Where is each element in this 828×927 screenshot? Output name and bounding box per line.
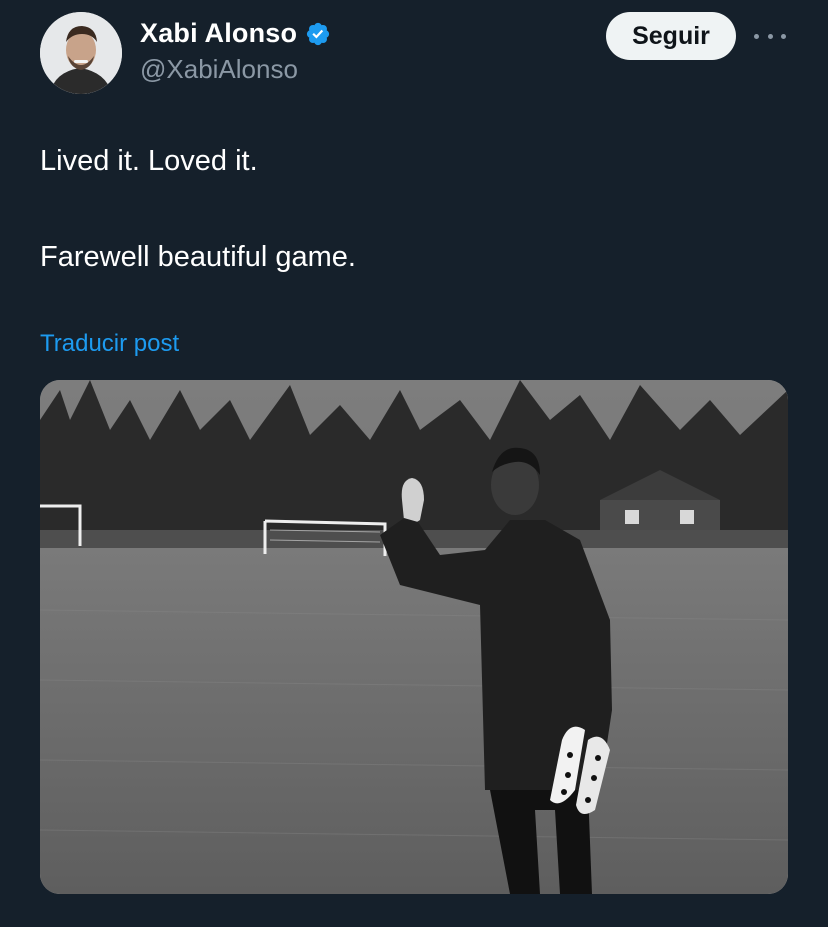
follow-button[interactable]: Seguir (606, 12, 736, 60)
post-text-line-1: Lived it. Loved it. (40, 145, 258, 177)
avatar[interactable] (40, 12, 122, 94)
post-card: Xabi Alonso @XabiAlonso Seguir Lived it.… (0, 0, 828, 927)
photo-image (40, 380, 788, 894)
post-media-photo[interactable] (40, 380, 788, 894)
author-handle[interactable]: @XabiAlonso (140, 54, 298, 85)
verified-badge-icon (305, 21, 331, 47)
display-name[interactable]: Xabi Alonso (140, 18, 297, 49)
translate-post-link[interactable]: Traducir post (40, 330, 179, 358)
post-text-line-2: Farewell beautiful game. (40, 241, 356, 273)
more-dot (754, 33, 759, 39)
author-name-row: Xabi Alonso (140, 18, 331, 49)
more-dot (767, 33, 773, 39)
more-options-icon[interactable] (754, 26, 786, 46)
more-dot (781, 33, 786, 39)
avatar-photo (40, 12, 122, 94)
